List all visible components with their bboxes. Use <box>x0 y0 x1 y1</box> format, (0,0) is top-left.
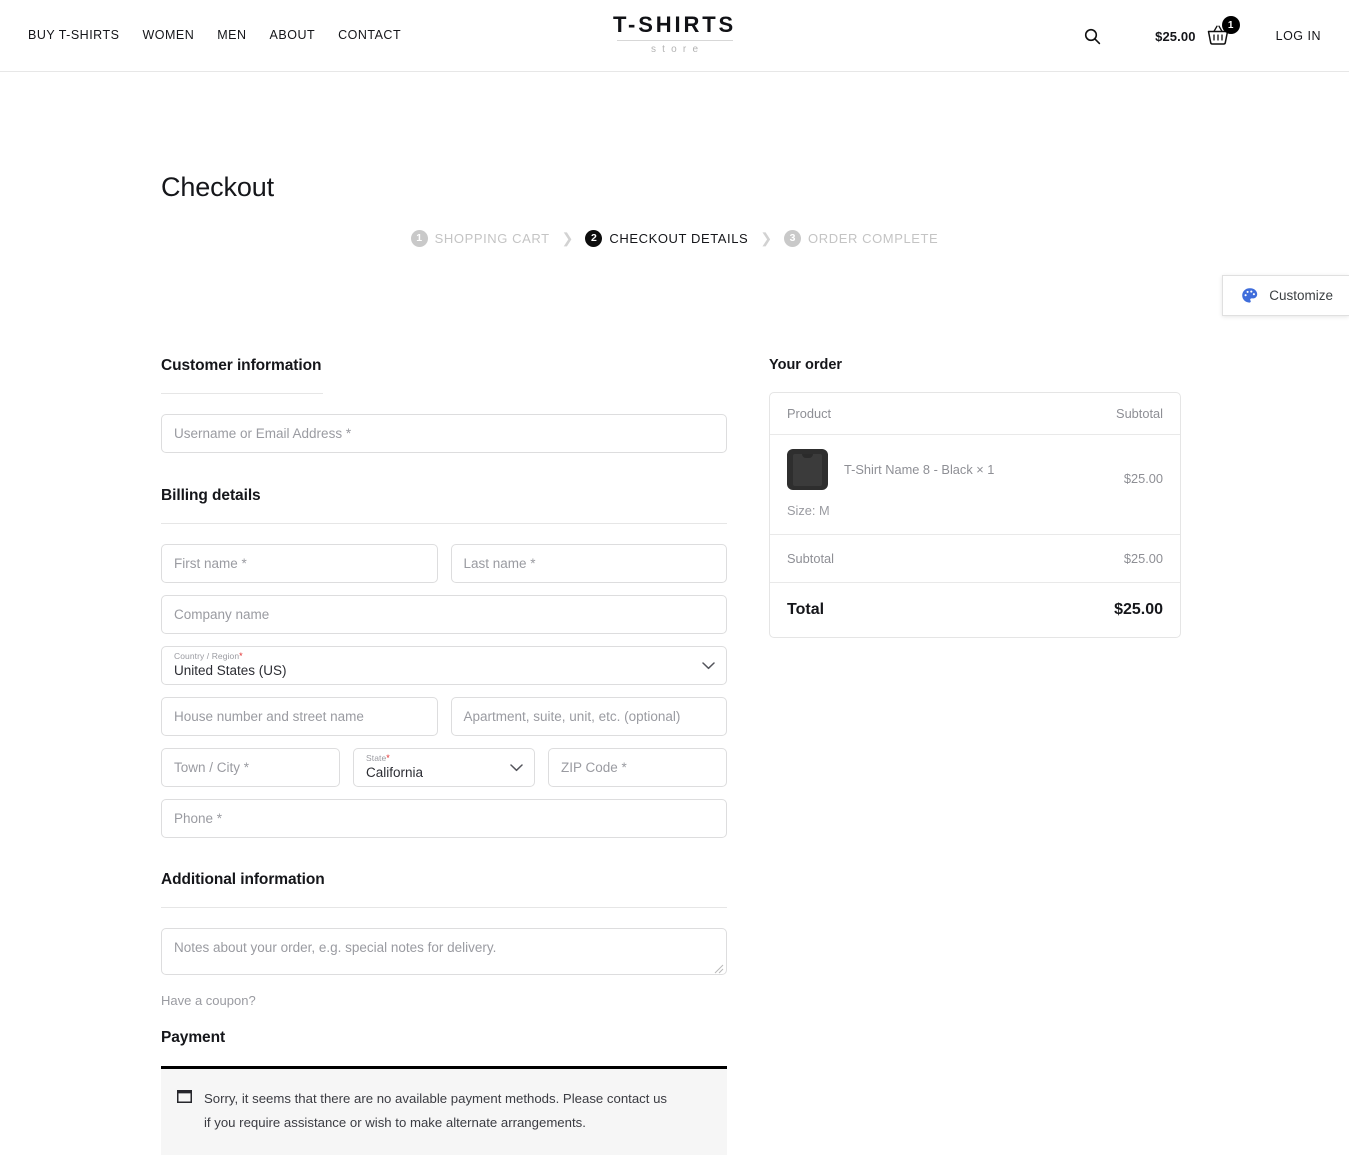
site-logo[interactable]: T-SHIRTS store <box>555 13 795 55</box>
state-label-wrap: State* <box>366 753 522 764</box>
customize-label: Customize <box>1269 288 1333 303</box>
nav-buy-tshirts[interactable]: BUY T-SHIRTS <box>28 28 119 42</box>
shopping-basket-icon: 1 <box>1205 16 1240 49</box>
order-table-header: Product Subtotal <box>770 393 1180 435</box>
nav-men[interactable]: MEN <box>217 28 246 42</box>
country-label-wrap: Country / Region* <box>174 651 714 662</box>
company-placeholder: Company name <box>174 607 270 622</box>
additional-information-heading: Additional information <box>161 871 325 888</box>
total-value: $25.00 <box>1114 601 1163 618</box>
checkout-form-column: Customer information Username or Email A… <box>161 357 727 1163</box>
logo-secondary-text: store <box>650 44 705 56</box>
total-label: Total <box>787 601 825 618</box>
first-name-placeholder: First name * <box>174 556 247 571</box>
required-marker: * <box>386 753 390 763</box>
state-value: California <box>366 764 424 780</box>
street-address-field[interactable]: House number and street name <box>161 697 438 736</box>
payment-notice-text: Sorry, it seems that there are no availa… <box>204 1091 668 1130</box>
step-separator-icon: ❯ <box>760 230 773 246</box>
product-variation-size: Size: M <box>787 503 830 518</box>
step-label: ORDER COMPLETE <box>808 231 939 246</box>
column-header-subtotal: Subtotal <box>1116 406 1163 421</box>
site-header: BUY T-SHIRTS WOMEN MEN ABOUT CONTACT T-S… <box>0 0 1349 72</box>
zip-placeholder: ZIP Code * <box>561 760 627 775</box>
zip-code-field[interactable]: ZIP Code * <box>548 748 727 787</box>
page-title: Checkout <box>161 172 274 202</box>
company-name-field[interactable]: Company name <box>161 595 727 634</box>
order-subtotal-row: Subtotal $25.00 <box>770 535 1180 583</box>
section-divider <box>161 393 323 394</box>
billing-details-heading: Billing details <box>161 487 261 504</box>
last-name-field[interactable]: Last name * <box>450 544 727 583</box>
phone-placeholder: Phone * <box>174 811 223 826</box>
nav-women[interactable]: WOMEN <box>142 28 194 42</box>
step-number: 1 <box>410 230 428 247</box>
section-divider <box>161 907 727 908</box>
step-checkout-details[interactable]: 2 CHECKOUT DETAILS <box>585 230 748 247</box>
step-order-complete[interactable]: 3 ORDER COMPLETE <box>784 230 938 247</box>
country-region-select[interactable]: Country / Region* United States (US) <box>161 646 727 685</box>
customer-information-heading: Customer information <box>161 357 322 374</box>
payment-notice: Sorry, it seems that there are no availa… <box>161 1066 727 1155</box>
town-placeholder: Town / City * <box>174 760 250 775</box>
apartment-field[interactable]: Apartment, suite, unit, etc. (optional) <box>450 697 727 736</box>
username-placeholder: Username or Email Address * <box>174 426 352 441</box>
order-total-row: Total $25.00 <box>770 583 1180 637</box>
have-a-coupon-link[interactable]: Have a coupon? <box>161 993 256 1008</box>
checkout-steps: 1 SHOPPING CART ❯ 2 CHECKOUT DETAILS ❯ 3… <box>0 230 1349 247</box>
header-actions: $25.00 1 LOG IN <box>1077 0 1321 72</box>
username-or-email-field[interactable]: Username or Email Address * <box>161 414 727 453</box>
subtotal-label: Subtotal <box>787 551 834 566</box>
step-label: SHOPPING CART <box>434 231 550 246</box>
town-city-field[interactable]: Town / City * <box>161 748 340 787</box>
step-shopping-cart[interactable]: 1 SHOPPING CART <box>410 230 550 247</box>
step-separator-icon: ❯ <box>561 230 574 246</box>
state-label: State <box>366 753 387 763</box>
step-number: 2 <box>585 230 603 247</box>
order-summary-table: Product Subtotal T-Shirt Name 8 - Black … <box>769 392 1181 638</box>
credit-card-icon <box>177 1090 192 1108</box>
search-icon[interactable] <box>1077 21 1107 51</box>
country-label: Country / Region <box>174 651 240 661</box>
step-label: CHECKOUT DETAILS <box>609 231 749 246</box>
customize-button[interactable]: Customize <box>1222 275 1349 316</box>
apartment-placeholder: Apartment, suite, unit, etc. (optional) <box>463 709 681 724</box>
street-placeholder: House number and street name <box>174 709 364 724</box>
cart-button[interactable]: $25.00 1 <box>1155 16 1240 49</box>
product-thumbnail <box>787 449 828 490</box>
your-order-heading: Your order <box>769 357 843 373</box>
product-line-price: $25.00 <box>1123 471 1163 486</box>
cart-count-badge: 1 <box>1221 16 1240 34</box>
order-notes-placeholder: Notes about your order, e.g. special not… <box>174 940 497 955</box>
phone-field[interactable]: Phone * <box>161 799 727 838</box>
column-header-product: Product <box>787 406 832 421</box>
first-name-field[interactable]: First name * <box>161 544 438 583</box>
section-divider <box>161 523 727 524</box>
last-name-placeholder: Last name * <box>463 556 536 571</box>
logo-primary-text: T-SHIRTS <box>612 12 737 37</box>
order-summary-column: Your order Product Subtotal T-Shirt Name… <box>769 357 1181 638</box>
subtotal-value: $25.00 <box>1123 551 1163 566</box>
nav-contact[interactable]: CONTACT <box>338 28 401 42</box>
textarea-resize-handle[interactable] <box>714 962 724 974</box>
main-navigation: BUY T-SHIRTS WOMEN MEN ABOUT CONTACT <box>28 28 401 42</box>
country-value: United States (US) <box>174 662 287 678</box>
cart-total-amount: $25.00 <box>1155 28 1196 44</box>
nav-about[interactable]: ABOUT <box>270 28 316 42</box>
payment-heading: Payment <box>161 1029 226 1046</box>
step-number: 3 <box>784 230 802 247</box>
product-name: T-Shirt Name 8 - Black × 1 <box>844 462 995 477</box>
order-line-item: T-Shirt Name 8 - Black × 1 Size: M $25.0… <box>770 435 1180 535</box>
order-notes-textarea[interactable]: Notes about your order, e.g. special not… <box>161 928 727 975</box>
logo-divider <box>616 40 733 42</box>
required-marker: * <box>239 651 243 661</box>
state-select[interactable]: State* California <box>353 748 535 787</box>
palette-icon <box>1241 287 1258 304</box>
login-link[interactable]: LOG IN <box>1276 29 1321 43</box>
